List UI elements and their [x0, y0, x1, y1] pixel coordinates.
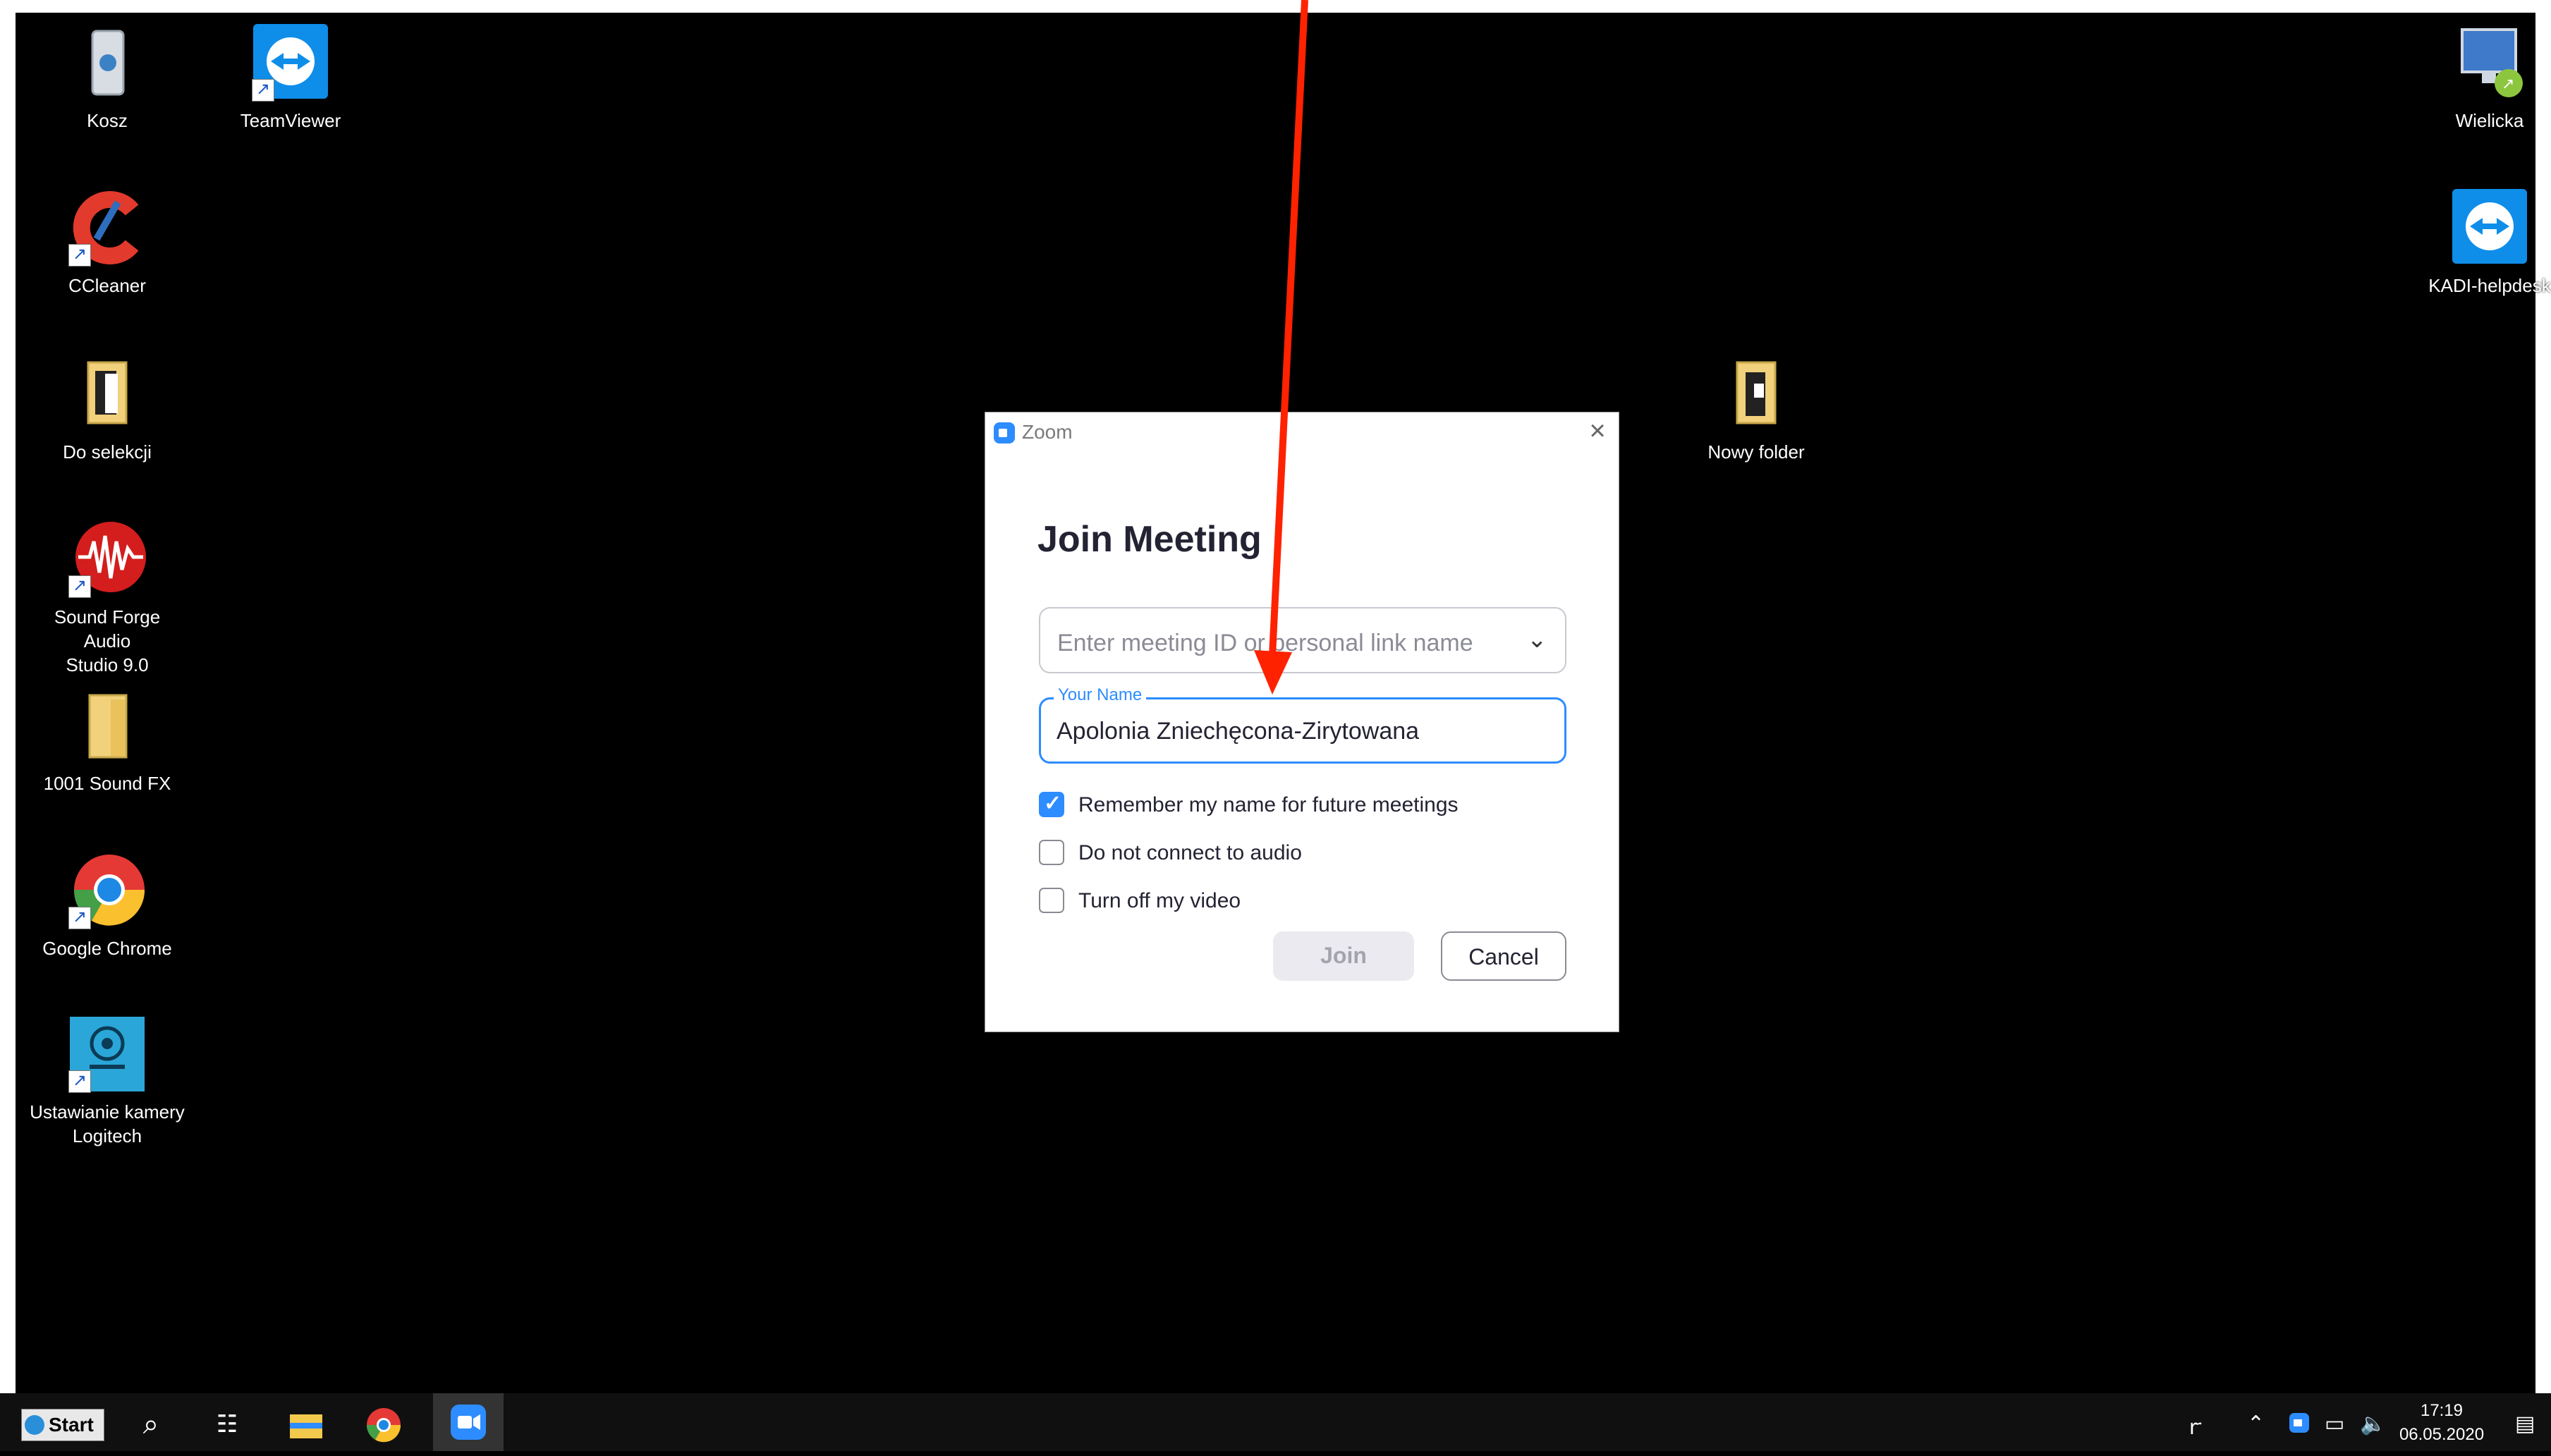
network-icon[interactable]: ▭ [2325, 1412, 2344, 1436]
annotation-arrow [1254, 0, 1308, 695]
notifications-icon[interactable]: ▤ [2515, 1412, 2535, 1436]
taskbar: Start ⌕ ☷ ꭈ ⌃ ▭ 🔈 17:19 06.05.2020 ▤ [0, 1393, 2551, 1451]
clock-time: 17:19 [2420, 1401, 2464, 1420]
task-view-icon[interactable]: ☷ [206, 1403, 248, 1445]
chevron-up-icon[interactable]: ⌃ [2247, 1412, 2265, 1436]
zoom-tray-icon[interactable] [2288, 1412, 2310, 1440]
zoom-taskbar-button[interactable] [433, 1393, 504, 1451]
start-label: Start [49, 1414, 94, 1436]
volume-icon[interactable]: 🔈 [2360, 1412, 2386, 1436]
chrome-taskbar-icon[interactable] [363, 1403, 405, 1445]
zoom-taskbar-icon [451, 1405, 486, 1440]
people-icon[interactable]: ꭈ [2189, 1412, 2202, 1440]
windows-orb-icon [25, 1415, 44, 1435]
search-icon[interactable]: ⌕ [130, 1403, 172, 1445]
file-explorer-icon[interactable] [285, 1403, 327, 1445]
start-button[interactable]: Start [21, 1409, 104, 1441]
desktop: Kosz ↗ TeamViewer ↗ CCleaner Do selekcji… [0, 0, 2551, 1451]
clock-date: 06.05.2020 [2399, 1425, 2485, 1444]
system-clock[interactable]: 17:19 06.05.2020 [2392, 1399, 2491, 1447]
